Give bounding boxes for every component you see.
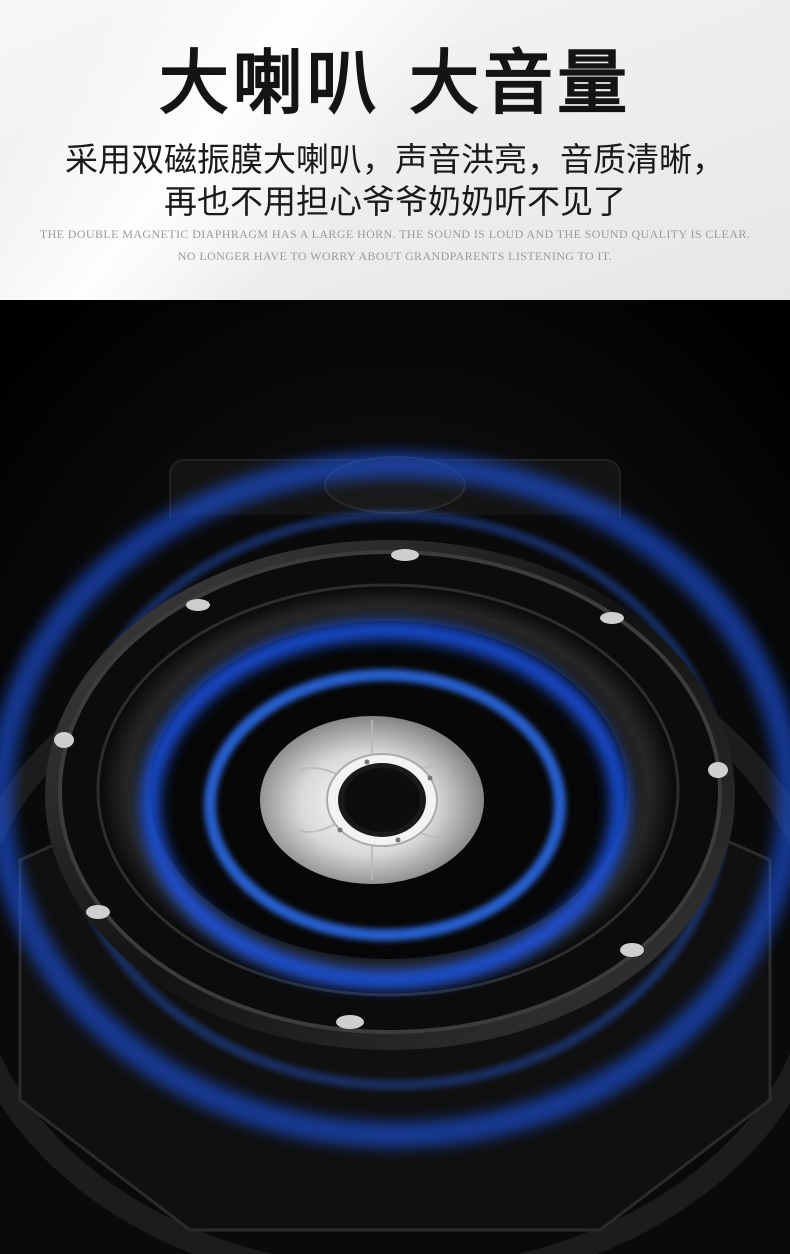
english-caption-line-2: NO LONGER HAVE TO WORRY ABOUT GRANDPAREN…	[177, 249, 613, 263]
product-page: 大喇叭 大音量 采用双磁振膜大喇叭，声音洪亮，音质清晰， 再也不用担心爷爷奶奶听…	[0, 0, 790, 1254]
page-title: 大喇叭 大音量	[158, 41, 632, 124]
speaker-driver	[45, 540, 735, 1050]
speaker-image	[0, 300, 790, 1254]
english-caption-line-1: THE DOUBLE MAGNETIC DIAPHRAGM HAS A LARG…	[39, 227, 751, 241]
speaker-illustration	[0, 300, 790, 1254]
description-line-1: 采用双磁振膜大喇叭，声音洪亮，音质清晰，	[65, 140, 725, 179]
description-line-2: 再也不用担心爷爷奶奶听不见了	[164, 182, 626, 221]
header-banner: 大喇叭 大音量 采用双磁振膜大喇叭，声音洪亮，音质清晰， 再也不用担心爷爷奶奶听…	[0, 0, 790, 300]
